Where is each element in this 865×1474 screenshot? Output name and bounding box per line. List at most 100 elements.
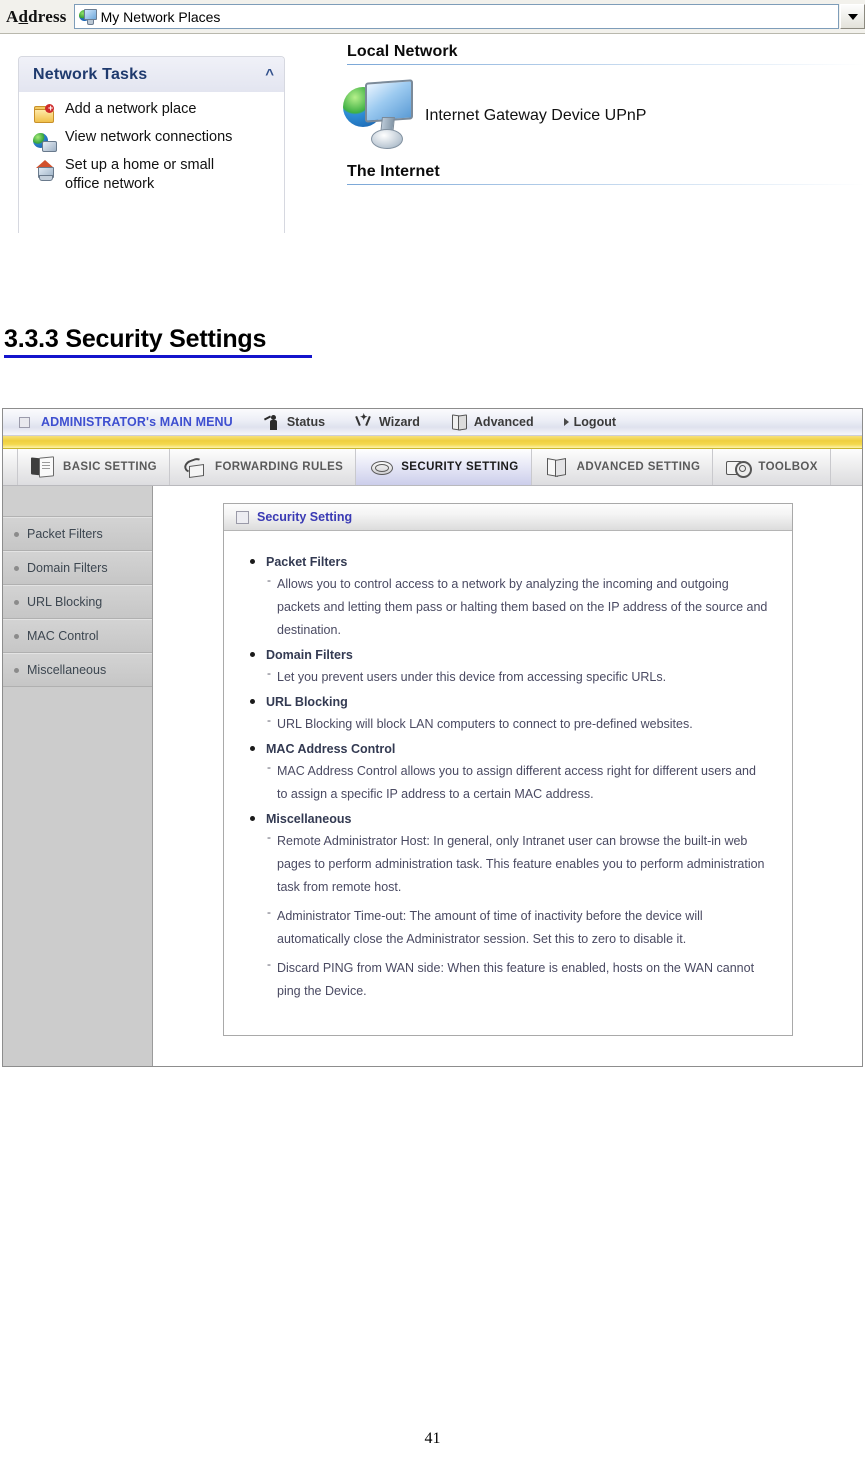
add-network-place-icon: + (33, 101, 57, 125)
task-label: Set up a home or small office network (65, 156, 250, 194)
tab-advanced-setting[interactable]: ADVANCED SETTING (532, 449, 714, 485)
sidebar-item-url-blocking[interactable]: URL Blocking (3, 585, 152, 619)
feature-detail: - URL Blocking will block LAN computers … (267, 713, 774, 736)
feature-miscellaneous: Miscellaneous - Remote Administrator Hos… (250, 812, 774, 1003)
bullet-icon (14, 600, 19, 605)
feature-mac-address-control: MAC Address Control - MAC Address Contro… (250, 742, 774, 806)
device-item-internet-gateway[interactable]: Internet Gateway Device UPnP (343, 79, 865, 153)
yellow-accent-bar (3, 436, 862, 449)
tab-label: FORWARDING RULES (215, 461, 343, 473)
dash-icon: - (267, 901, 277, 947)
sidebar-item-label: Miscellaneous (27, 663, 106, 677)
task-add-a-network-place[interactable]: + Add a network place (33, 100, 284, 124)
menu-item-label: Advanced (474, 415, 534, 429)
feature-domain-filters: Domain Filters - Let you prevent users u… (250, 648, 774, 689)
tab-security-setting[interactable]: SECURITY SETTING (356, 449, 531, 485)
feature-detail-text: Allows you to control access to a networ… (277, 573, 769, 642)
feature-packet-filters: Packet Filters - Allows you to control a… (250, 555, 774, 642)
documents-icon (30, 455, 56, 479)
sidebar-item-label: Packet Filters (27, 527, 103, 541)
group-the-internet: The Internet (347, 163, 865, 185)
explorer-body: Network Tasks ^ + Add a network place Vi… (0, 34, 865, 233)
feature-title: Miscellaneous (266, 812, 351, 826)
feature-title-row: URL Blocking (250, 695, 774, 709)
feature-title: MAC Address Control (266, 742, 395, 756)
menu-item-label: Logout (574, 415, 616, 429)
network-connections-icon (33, 129, 57, 153)
address-input-value: My Network Places (101, 9, 221, 25)
cube-icon (544, 455, 570, 479)
feature-detail: - Let you prevent users under this devic… (267, 666, 774, 689)
menu-item-advanced[interactable]: Advanced (450, 413, 534, 431)
task-view-network-connections[interactable]: View network connections (33, 128, 284, 152)
explorer-screenshot: Address My Network Places Network Tasks … (0, 0, 865, 233)
sidebar-item-miscellaneous[interactable]: Miscellaneous (3, 653, 152, 687)
address-bar-label: Address (0, 7, 74, 27)
menu-item-logout[interactable]: Logout (564, 415, 616, 429)
menu-item-label: Status (287, 415, 325, 429)
tab-toolbox[interactable]: TOOLBOX (713, 449, 830, 485)
address-dropdown-button[interactable] (840, 4, 865, 29)
feature-url-blocking: URL Blocking - URL Blocking will block L… (250, 695, 774, 736)
my-network-places-icon (79, 8, 96, 25)
bullet-icon (14, 634, 19, 639)
feature-title: URL Blocking (266, 695, 348, 709)
address-input[interactable]: My Network Places (74, 4, 839, 29)
chevron-down-icon (848, 14, 858, 20)
tab-basic-setting[interactable]: BASIC SETTING (18, 449, 170, 485)
feature-detail-text: Remote Administrator Host: In general, o… (277, 830, 769, 899)
dash-icon: - (267, 756, 277, 802)
panel-body: Packet Filters - Allows you to control a… (224, 531, 792, 1035)
feature-detail: - Remote Administrator Host: In general,… (267, 830, 774, 899)
network-tasks-header[interactable]: Network Tasks ^ (19, 57, 284, 92)
sidebar-item-label: Domain Filters (27, 561, 108, 575)
group-divider (347, 184, 865, 185)
task-label: Add a network place (65, 100, 196, 119)
security-setting-panel: Security Setting Packet Filters - Allows… (223, 503, 793, 1036)
network-tasks-pane: Network Tasks ^ + Add a network place Vi… (18, 56, 285, 233)
feature-title-row: Miscellaneous (250, 812, 774, 826)
forwarding-arrows-icon (182, 455, 208, 479)
toolbox-gear-icon (725, 455, 751, 479)
bullet-icon (250, 746, 255, 751)
tab-label: SECURITY SETTING (401, 461, 518, 473)
feature-detail: - MAC Address Control allows you to assi… (267, 760, 774, 806)
internet-gateway-device-icon (343, 79, 419, 153)
section-heading-text: 3.3.3 Security Settings (4, 325, 266, 353)
menu-item-label: ADMINISTRATOR's MAIN MENU (41, 415, 233, 429)
menu-item-wizard[interactable]: ✦ Wizard (355, 413, 420, 431)
dash-icon: - (267, 953, 277, 999)
group-local-network: Local Network (347, 43, 865, 65)
router-top-menu: ADMINISTRATOR's MAIN MENU Status ✦ Wizar… (3, 409, 862, 436)
menu-item-administrators-main-menu[interactable]: ADMINISTRATOR's MAIN MENU (17, 413, 233, 431)
sidebar-item-label: URL Blocking (27, 595, 102, 609)
menu-item-label: Wizard (379, 415, 420, 429)
task-set-up-home-or-small-office-network[interactable]: Set up a home or small office network (33, 156, 284, 194)
feature-detail-text: Let you prevent users under this device … (277, 666, 666, 689)
group-divider (347, 64, 865, 65)
tab-forwarding-rules[interactable]: FORWARDING RULES (170, 449, 356, 485)
feature-title: Domain Filters (266, 648, 353, 662)
device-label: Internet Gateway Device UPnP (425, 107, 646, 125)
magic-wand-icon: ✦ (355, 413, 373, 431)
tab-bar-spacer (3, 449, 18, 485)
sidebar-top-spacer (3, 486, 152, 517)
page-number: 41 (0, 1430, 865, 1448)
router-tab-bar: BASIC SETTING FORWARDING RULES SECURITY … (3, 449, 862, 486)
feature-title-row: Packet Filters (250, 555, 774, 569)
router-sidebar: Packet Filters Domain Filters URL Blocki… (3, 486, 153, 1067)
sidebar-item-mac-control[interactable]: MAC Control (3, 619, 152, 653)
menu-item-status[interactable]: Status (263, 413, 325, 431)
feature-detail: - Discard PING from WAN side: When this … (267, 957, 774, 1003)
bullet-icon (250, 699, 255, 704)
dash-icon: - (267, 662, 277, 685)
task-label: View network connections (65, 128, 232, 147)
chevron-up-icon[interactable]: ^ (265, 67, 274, 82)
network-tasks-list: + Add a network place View network conne… (19, 92, 284, 194)
feature-detail: - Administrator Time-out: The amount of … (267, 905, 774, 951)
group-title: Local Network (347, 43, 865, 61)
sidebar-item-packet-filters[interactable]: Packet Filters (3, 517, 152, 551)
books-icon (450, 413, 468, 431)
feature-title: Packet Filters (266, 555, 347, 569)
sidebar-item-domain-filters[interactable]: Domain Filters (3, 551, 152, 585)
